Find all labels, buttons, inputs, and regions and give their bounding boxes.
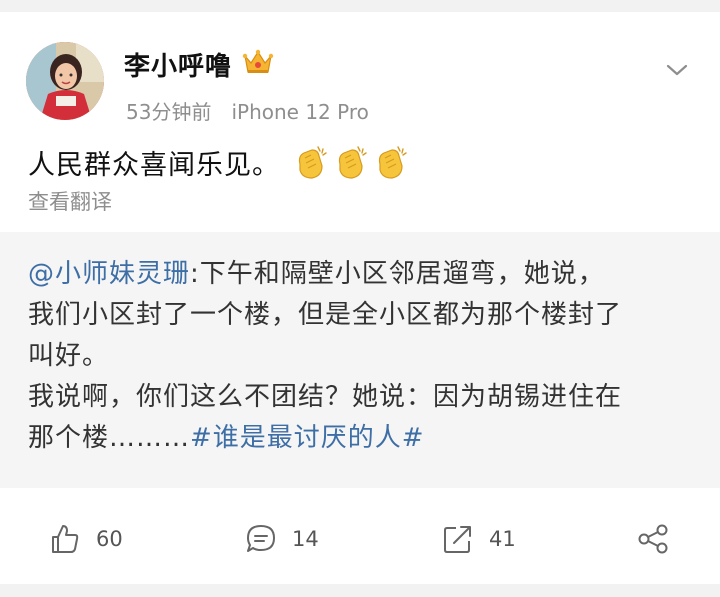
- share-nodes-icon: [638, 524, 668, 554]
- crown-icon: [242, 49, 274, 73]
- post-body: 人民群众喜闻乐见。: [28, 143, 410, 182]
- username[interactable]: 李小呼噜: [124, 46, 232, 83]
- comment-count: 14: [292, 527, 319, 551]
- repost-count: 41: [489, 527, 516, 551]
- repost-line-5: 那个楼………: [28, 423, 191, 453]
- comment-button[interactable]: 14: [244, 519, 319, 559]
- post-header: 李小呼噜 53分钟前 iPhone 12 Pro: [0, 12, 720, 125]
- translate-link[interactable]: 查看翻译: [28, 186, 112, 216]
- post-device: iPhone 12 Pro: [231, 100, 369, 124]
- chevron-down-icon[interactable]: [664, 60, 690, 80]
- hashtag-link[interactable]: #谁是最讨厌的人#: [190, 423, 425, 453]
- clapping-hands-icon: [338, 146, 367, 179]
- post-text: 人民群众喜闻乐见。: [28, 150, 280, 181]
- post-meta: 53分钟前 iPhone 12 Pro: [126, 96, 369, 125]
- repost-text: @小师妹灵珊:下午和隔壁小区邻居遛弯，她说， 我们小区封了一个楼，但是全小区都为…: [28, 254, 698, 459]
- avatar[interactable]: [26, 42, 104, 120]
- like-button[interactable]: 60: [48, 519, 123, 559]
- clapping-hands-icon: [378, 146, 407, 179]
- action-bar: 60 14 41: [0, 505, 720, 575]
- repost-line-2: 我们小区封了一个楼，但是全小区都为那个楼封了: [28, 300, 623, 330]
- top-separator: [0, 0, 720, 12]
- repost-button[interactable]: 41: [441, 519, 516, 559]
- repost-line-4: 我说啊，你们这么不团结？她说：因为胡锡进住在: [28, 382, 623, 412]
- share-button[interactable]: [636, 519, 670, 559]
- repost-card[interactable]: @小师妹灵珊:下午和隔壁小区邻居遛弯，她说， 我们小区封了一个楼，但是全小区都为…: [0, 232, 720, 488]
- avatar-image: [26, 42, 104, 120]
- comment-icon: [247, 525, 275, 552]
- clapping-hands-icon: [298, 146, 327, 179]
- repost-line-1: :下午和隔壁小区邻居遛弯，她说，: [190, 259, 605, 289]
- like-count: 60: [96, 527, 123, 551]
- share-arrow-icon: [444, 526, 471, 553]
- bottom-separator: [0, 584, 720, 597]
- thumbs-up-icon: [52, 525, 79, 553]
- post-time: 53分钟前: [126, 100, 212, 124]
- mention-link[interactable]: @小师妹灵珊: [28, 259, 190, 289]
- repost-line-3: 叫好。: [28, 341, 110, 371]
